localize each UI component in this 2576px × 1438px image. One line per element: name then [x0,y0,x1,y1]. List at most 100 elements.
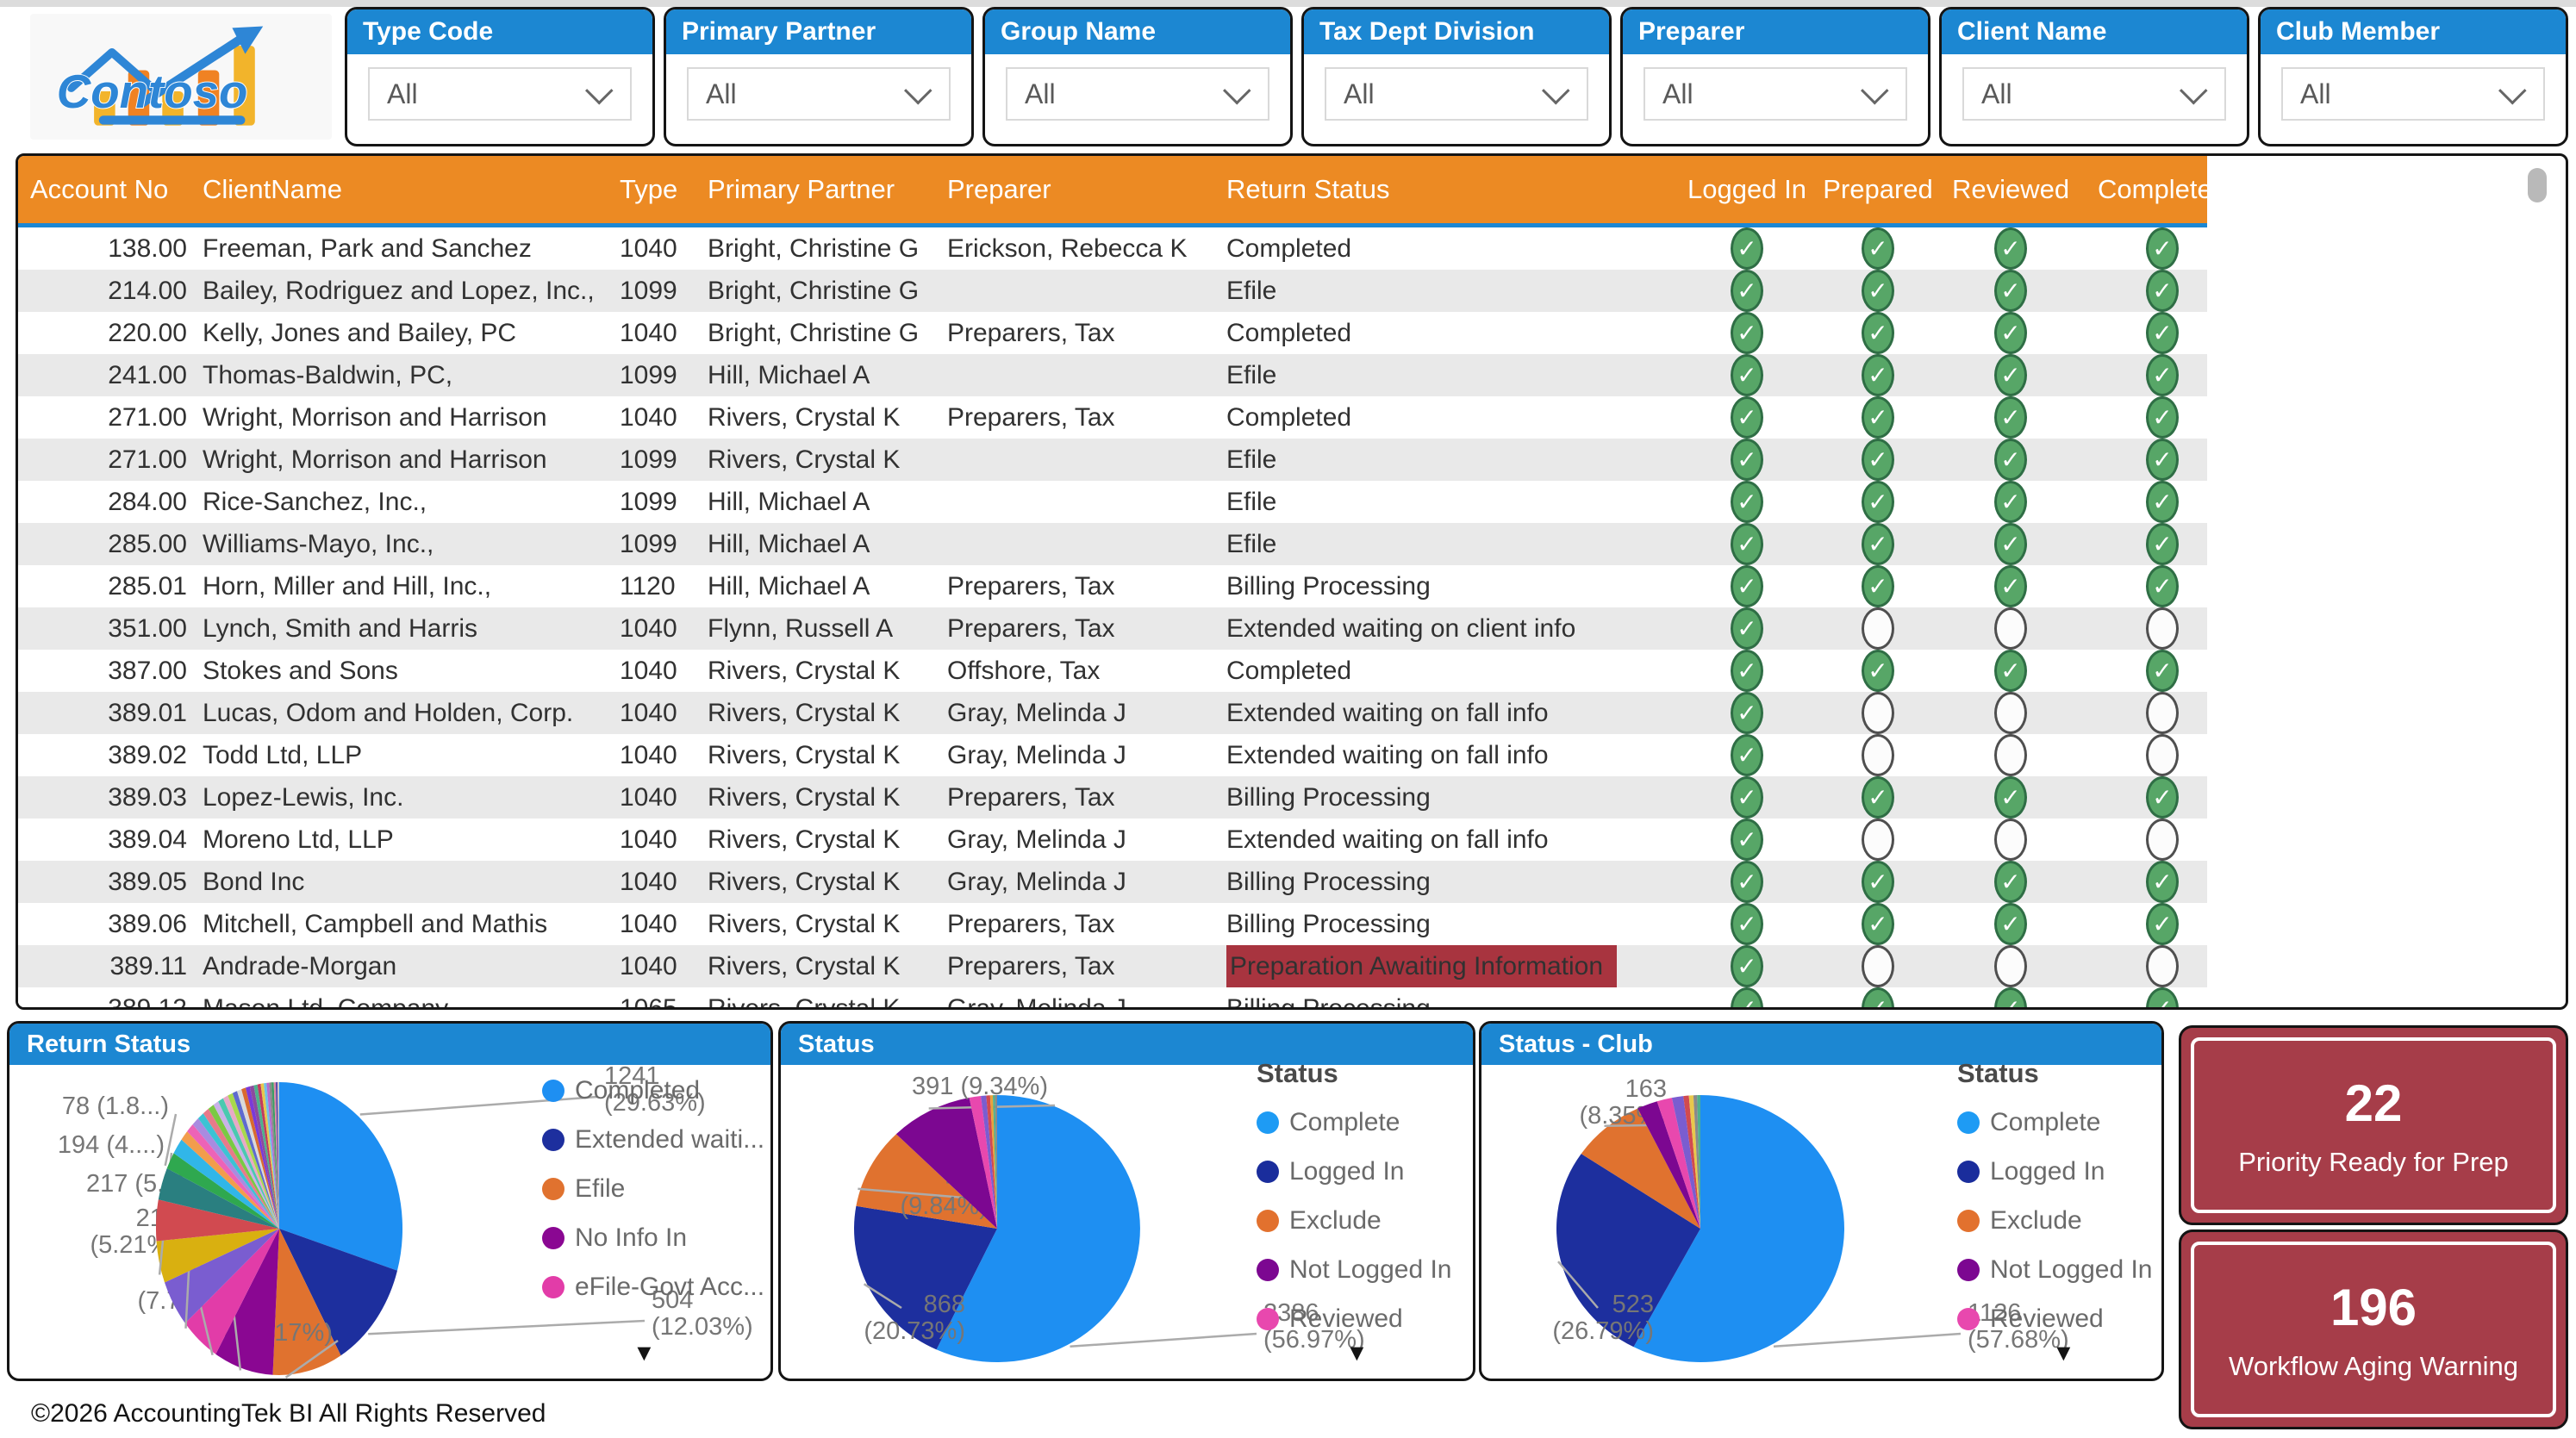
slicer-dropdown[interactable]: All [1962,67,2226,121]
contoso-logo-graphic: Contoso [39,17,323,136]
column-header[interactable]: Completed [2098,156,2227,223]
status-circle-cell: ✓ [1813,396,1943,439]
status-circle-cell: ✓ [2098,354,2207,396]
legend-color-dot [542,1129,564,1151]
check-icon: ✓ [1862,312,1894,354]
status-circle-cell [1946,945,2075,987]
pie-label-leader-line [1774,1334,1961,1347]
status-circle-cell: ✓ [1946,481,2075,523]
table-row[interactable]: 389.04Moreno Ltd, LLP1040Rivers, Crystal… [18,819,2207,861]
legend-item[interactable]: Completed [542,1077,764,1105]
legend-item[interactable]: Complete [1957,1109,2152,1136]
empty-circle-icon [1994,607,2027,650]
legend-label: Not Logged In [1289,1255,1451,1285]
logo-wordmark: Contoso [57,65,248,118]
legend-label: Efile [575,1174,625,1204]
legend-item[interactable]: Not Logged In [1257,1256,1451,1284]
cell-type: 1040 [620,692,702,734]
column-header[interactable]: Type [620,156,702,223]
legend-item[interactable]: Efile [542,1175,764,1203]
status-circle-cell: ✓ [1813,776,1943,819]
slicer-dropdown[interactable]: All [2281,67,2545,121]
status-circle-cell: ✓ [1682,903,1812,945]
table-row[interactable]: 389.11Andrade-Morgan1040Rivers, Crystal … [18,945,2207,987]
check-icon: ✓ [1994,354,2027,396]
table-row[interactable]: 285.00Williams-Mayo, Inc.,1099Hill, Mich… [18,523,2207,565]
cell-preparer: Preparers, Tax [947,396,1221,439]
legend-item[interactable]: Reviewed [1257,1305,1451,1333]
table-row[interactable]: 389.01Lucas, Odom and Holden, Corp.1040R… [18,692,2207,734]
legend-item[interactable]: Not Logged In [1957,1256,2152,1284]
status-circle-cell: ✓ [1682,312,1812,354]
column-header[interactable]: Logged In [1682,156,1812,223]
check-icon: ✓ [2146,354,2179,396]
table-row[interactable]: 271.00Wright, Morrison and Harrison1040R… [18,396,2207,439]
cell-partner: Hill, Michael A [708,523,942,565]
table-row[interactable]: 389.06Mitchell, Campbell and Mathis1040R… [18,903,2207,945]
slicer-dropdown[interactable]: All [687,67,951,121]
legend-item[interactable]: Exclude [1257,1207,1451,1235]
column-header[interactable]: Return Status [1226,156,1645,223]
table-row[interactable]: 387.00Stokes and Sons1040Rivers, Crystal… [18,650,2207,692]
status-circle-cell: ✓ [1682,945,1812,987]
status-circle-cell [1946,819,2075,861]
legend-color-dot [542,1080,564,1102]
status-circle-cell: ✓ [1946,312,2075,354]
column-header[interactable]: Account No [30,156,187,223]
cell-client: Stokes and Sons [203,650,616,692]
table-row[interactable]: 285.01Horn, Miller and Hill, Inc.,1120Hi… [18,565,2207,607]
status-circle-cell [1946,692,2075,734]
legend-item[interactable]: eFile-Govt Acc... [542,1273,764,1301]
table-row[interactable]: 389.05Bond Inc1040Rivers, Crystal KGray,… [18,861,2207,903]
check-icon: ✓ [1862,903,1894,945]
pie-data-label: 78 (1.8...) [62,1093,169,1120]
table-row[interactable]: 271.00Wright, Morrison and Harrison1099R… [18,439,2207,481]
cell-client: Kelly, Jones and Bailey, PC [203,312,616,354]
check-icon: ✓ [2146,987,2179,1007]
table-row[interactable]: 389.12Mason Ltd, Company1065Rivers, Crys… [18,987,2207,1007]
table-scrollbar-thumb[interactable] [2528,168,2547,202]
legend-item[interactable]: Exclude [1957,1207,2152,1235]
kpi-label: Priority Ready for Prep [2238,1147,2509,1178]
legend-color-dot [1257,1259,1279,1281]
check-icon: ✓ [1994,861,2027,903]
table-row[interactable]: 284.00Rice-Sanchez, Inc.,1099Hill, Micha… [18,481,2207,523]
column-header[interactable]: Prepared [1813,156,1943,223]
status-circle-cell [2098,819,2207,861]
column-header[interactable]: Reviewed [1946,156,2075,223]
slicer-dropdown[interactable]: All [1325,67,1588,121]
legend-scroll-down-icon[interactable]: ▼ [2052,1340,2075,1366]
legend-item[interactable]: Complete [1257,1109,1451,1136]
legend-scroll-down-icon[interactable]: ▼ [1345,1340,1369,1366]
table-row[interactable]: 220.00Kelly, Jones and Bailey, PC1040Bri… [18,312,2207,354]
legend-item[interactable]: Extended waiti... [542,1126,764,1154]
slicer-dropdown[interactable]: All [368,67,632,121]
cell-status: Completed [1226,312,1645,354]
cell-partner: Bright, Christine G [708,227,942,270]
table-row[interactable]: 389.02Todd Ltd, LLP1040Rivers, Crystal K… [18,734,2207,776]
table-row[interactable]: 138.00Freeman, Park and Sanchez1040Brigh… [18,227,2207,270]
check-icon: ✓ [1994,987,2027,1007]
check-icon: ✓ [1862,439,1894,481]
table-row[interactable]: 214.00Bailey, Rodriguez and Lopez, Inc.,… [18,270,2207,312]
kpi-value: 22 [2345,1074,2403,1133]
table-row[interactable]: 241.00Thomas-Baldwin, PC,1099Hill, Micha… [18,354,2207,396]
status-circle-cell: ✓ [1682,396,1812,439]
table-row[interactable]: 389.03Lopez-Lewis, Inc.1040Rivers, Cryst… [18,776,2207,819]
legend-label: Reviewed [1990,1304,2104,1334]
cell-status: Extended waiting on fall info [1226,819,1645,861]
slicer-dropdown[interactable]: All [1644,67,1907,121]
table-row[interactable]: 351.00Lynch, Smith and Harris1040Flynn, … [18,607,2207,650]
column-header[interactable]: ClientName [203,156,616,223]
column-header[interactable]: Preparer [947,156,1221,223]
legend-item[interactable]: Logged In [1257,1158,1451,1186]
cell-account: 214.00 [30,270,187,312]
legend-item[interactable]: Reviewed [1957,1305,2152,1333]
cell-preparer: Gray, Melinda J [947,819,1221,861]
legend-item[interactable]: Logged In [1957,1158,2152,1186]
legend-item[interactable]: No Info In [542,1224,764,1252]
column-header[interactable]: Primary Partner [708,156,942,223]
status-circle-cell: ✓ [1946,227,2075,270]
slicer-dropdown[interactable]: All [1006,67,1269,121]
legend-scroll-down-icon[interactable]: ▼ [633,1340,656,1366]
